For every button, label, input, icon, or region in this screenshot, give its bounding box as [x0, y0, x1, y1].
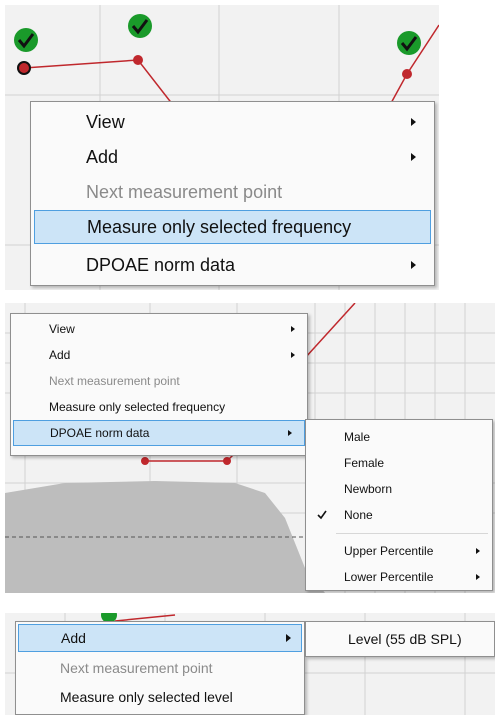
- norm-data-submenu: Male Female Newborn None Upper Percentil…: [305, 419, 493, 591]
- context-menu: Add Next measurement point Measure only …: [15, 621, 305, 715]
- submenu-arrow-icon: [476, 574, 480, 580]
- submenu-arrow-icon: [286, 634, 291, 642]
- menu-item-label: Next measurement point: [86, 181, 283, 202]
- submenu-arrow-icon: [411, 118, 416, 126]
- menu-item-label: DPOAE norm data: [86, 254, 236, 275]
- checkmark-icon: [14, 28, 38, 52]
- menu-item-label: Next measurement point: [49, 374, 180, 388]
- norm-data-area: [5, 481, 325, 593]
- menu-item-view[interactable]: View: [11, 316, 307, 342]
- menu-item-label: Upper Percentile: [344, 544, 434, 558]
- menu-item-measure-only-selected-frequency[interactable]: Measure only selected frequency: [11, 394, 307, 420]
- graph-panel-level-menu: Add Next measurement point Measure only …: [5, 613, 495, 715]
- menu-item-label: None: [344, 508, 373, 522]
- graph-panel-frequency-menu: View Add Next measurement point Measure …: [5, 5, 439, 290]
- checkmark-icon: [317, 510, 327, 520]
- menu-item-label: Measure only selected level: [60, 689, 233, 705]
- checkmark-icon: [397, 31, 421, 55]
- submenu-arrow-icon: [476, 548, 480, 554]
- menu-item-dpoae-norm-data[interactable]: DPOAE norm data: [13, 420, 305, 446]
- submenu-item-lower-percentile[interactable]: Lower Percentile: [306, 564, 492, 590]
- menu-item-next-measurement-point: Next measurement point: [16, 654, 304, 682]
- menu-item-label: Measure only selected frequency: [49, 400, 226, 414]
- context-menu: View Add Next measurement point Measure …: [10, 313, 308, 456]
- menu-item-dpoae-norm-data[interactable]: DPOAE norm data: [31, 248, 434, 282]
- data-point: [223, 457, 231, 465]
- menu-item-add[interactable]: Add: [11, 342, 307, 368]
- menu-item-measure-only-selected-level[interactable]: Measure only selected level: [16, 683, 304, 711]
- checkmark-icon: [128, 14, 152, 38]
- data-point: [133, 55, 143, 65]
- context-menu: View Add Next measurement point Measure …: [30, 101, 435, 286]
- submenu-arrow-icon: [288, 430, 292, 436]
- submenu-arrow-icon: [411, 153, 416, 161]
- menu-item-label: View: [49, 322, 75, 336]
- measurement-curve: [23, 59, 174, 106]
- menu-separator: [336, 533, 488, 534]
- menu-item-next-measurement-point: Next measurement point: [11, 368, 307, 394]
- menu-item-label: Male: [344, 430, 371, 444]
- level-submenu: Level (55 dB SPL): [305, 621, 495, 657]
- menu-item-next-measurement-point: Next measurement point: [31, 175, 434, 209]
- submenu-item-none[interactable]: None: [306, 502, 492, 528]
- menu-item-label: Level (55 dB SPL): [348, 631, 462, 647]
- submenu-item-female[interactable]: Female: [306, 450, 492, 476]
- menu-item-label: View: [86, 111, 125, 132]
- measurement-curve-upper: [304, 303, 356, 359]
- menu-item-add[interactable]: Add: [18, 624, 302, 652]
- submenu-arrow-icon: [291, 326, 295, 332]
- submenu-item-level-55-db-spl[interactable]: Level (55 dB SPL): [306, 624, 494, 654]
- menu-item-label: Lower Percentile: [344, 570, 434, 584]
- menu-item-label: Female: [344, 456, 385, 470]
- menu-item-label: Add: [61, 630, 86, 646]
- menu-item-label: Add: [49, 348, 71, 362]
- submenu-item-upper-percentile[interactable]: Upper Percentile: [306, 538, 492, 564]
- data-point: [402, 69, 412, 79]
- menu-item-label: DPOAE norm data: [50, 426, 150, 440]
- submenu-arrow-icon: [291, 352, 295, 358]
- submenu-item-male[interactable]: Male: [306, 424, 492, 450]
- submenu-arrow-icon: [411, 261, 416, 269]
- submenu-item-newborn[interactable]: Newborn: [306, 476, 492, 502]
- graph-panel-norm-data-menu: View Add Next measurement point Measure …: [5, 303, 495, 593]
- menu-item-add[interactable]: Add: [31, 140, 434, 174]
- menu-item-label: Next measurement point: [60, 660, 213, 676]
- menu-item-label: Add: [86, 146, 119, 167]
- menu-item-label: Measure only selected frequency: [87, 216, 352, 237]
- menu-item-label: Newborn: [344, 482, 393, 496]
- menu-item-view[interactable]: View: [31, 105, 434, 139]
- data-point: [141, 457, 149, 465]
- menu-item-measure-only-selected-frequency[interactable]: Measure only selected frequency: [34, 210, 431, 244]
- selected-data-point: [17, 61, 31, 75]
